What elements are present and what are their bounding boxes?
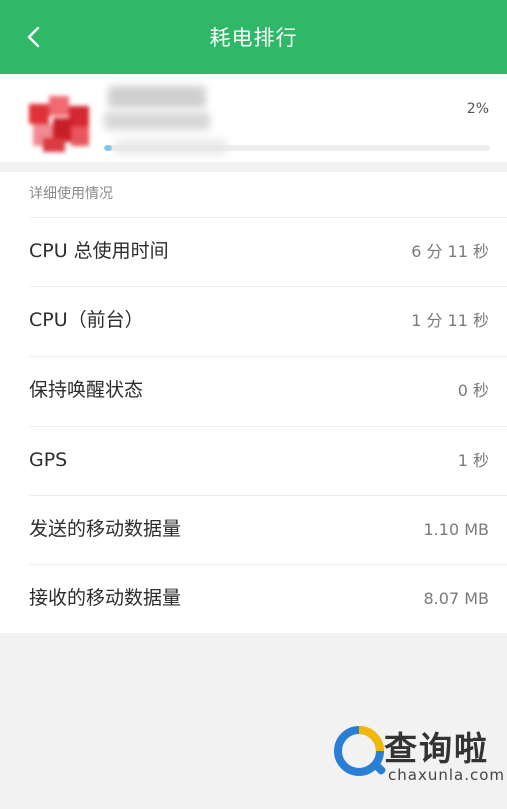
usage-bar-fill <box>104 145 112 151</box>
app-header: 耗电排行 <box>0 0 507 74</box>
detail-row-cpu-foreground[interactable]: CPU（前台） 1 分 11 秒 <box>0 286 507 355</box>
row-value: 1 秒 <box>457 451 489 470</box>
detail-row-keep-awake[interactable]: 保持唤醒状态 0 秒 <box>0 356 507 425</box>
divider <box>29 426 507 427</box>
battery-percent: 2% <box>466 101 489 117</box>
row-label: GPS <box>29 449 68 471</box>
row-value: 6 分 11 秒 <box>411 242 489 261</box>
magnifier-logo-icon <box>334 726 386 776</box>
row-value: 1 分 11 秒 <box>411 311 489 330</box>
row-label: 发送的移动数据量 <box>29 518 182 540</box>
row-label: CPU 总使用时间 <box>29 240 169 262</box>
app-subtitle-redacted <box>104 112 210 130</box>
usage-details: 详细使用情况 CPU 总使用时间 6 分 11 秒 CPU（前台） 1 分 11… <box>0 172 507 633</box>
watermark-logo: 查询啦 chaxunla.com <box>322 718 507 798</box>
detail-row-mobile-data-sent[interactable]: 发送的移动数据量 1.10 MB <box>0 495 507 564</box>
row-label: 保持唤醒状态 <box>29 379 144 401</box>
app-icon <box>29 96 91 158</box>
row-value: 1.10 MB <box>423 520 490 539</box>
watermark-domain: chaxunla.com <box>388 766 505 784</box>
row-value: 0 秒 <box>457 381 489 400</box>
app-usage-card[interactable]: 2% <box>0 74 507 162</box>
usage-bar-redacted <box>116 140 226 154</box>
detail-row-mobile-data-received[interactable]: 接收的移动数据量 8.07 MB <box>0 564 507 633</box>
detail-row-gps[interactable]: GPS 1 秒 <box>0 426 507 495</box>
section-heading: 详细使用情况 <box>29 186 113 202</box>
page-title: 耗电排行 <box>209 26 298 50</box>
row-label: 接收的移动数据量 <box>29 587 182 609</box>
app-name-redacted <box>108 86 206 108</box>
row-value: 8.07 MB <box>423 589 490 608</box>
detail-row-cpu-total[interactable]: CPU 总使用时间 6 分 11 秒 <box>0 217 507 286</box>
row-label: CPU（前台） <box>29 309 144 331</box>
watermark-text: 查询啦 <box>384 729 489 768</box>
